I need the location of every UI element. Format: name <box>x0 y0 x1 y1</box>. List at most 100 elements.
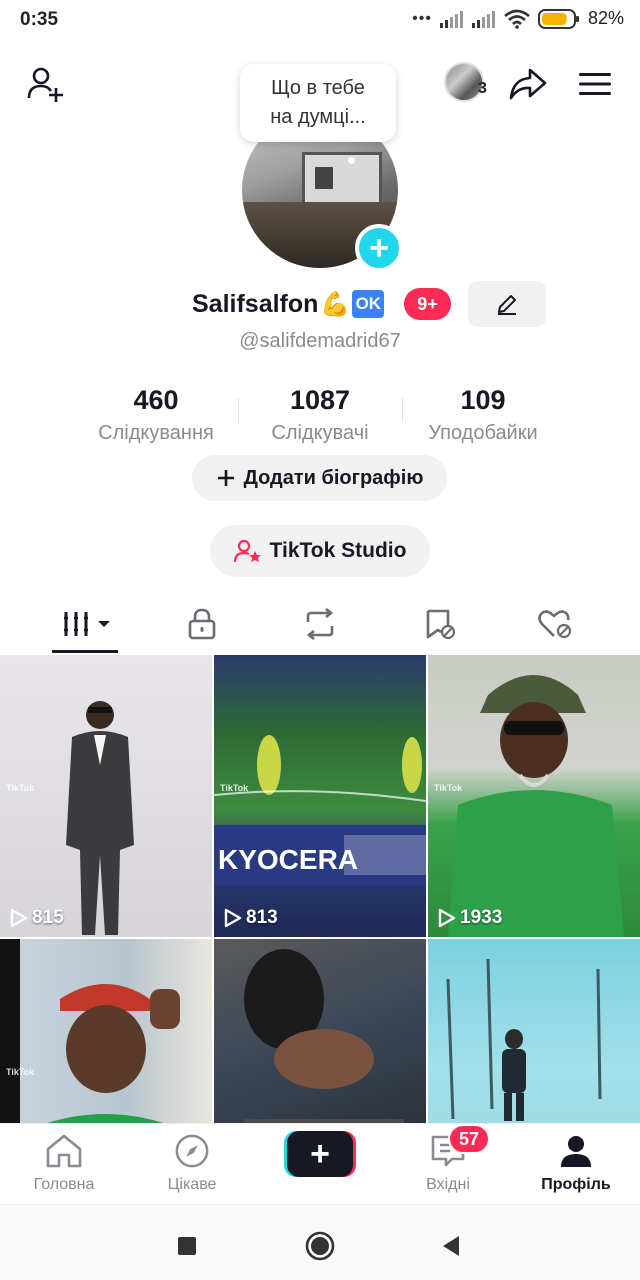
video-thumbnail <box>40 984 180 1125</box>
nav-home[interactable]: Головна <box>9 1133 119 1194</box>
profile-icon <box>561 1136 591 1167</box>
active-tab-indicator <box>52 650 118 653</box>
circle-icon <box>305 1231 335 1261</box>
creator-star-icon <box>233 539 261 563</box>
add-bio-label: Додати біографію <box>243 466 424 489</box>
nav-home-label: Головна <box>33 1176 95 1193</box>
video-tile[interactable] <box>428 939 640 1125</box>
bubble-line-2: на думці... <box>270 106 366 128</box>
system-navigation <box>0 1204 640 1280</box>
back-button[interactable] <box>434 1229 468 1263</box>
status-time: 0:35 <box>20 9 59 30</box>
tab-liked[interactable] <box>505 598 605 650</box>
pencil-icon <box>498 295 516 315</box>
dots-icon: ••• <box>412 9 432 27</box>
profile-handle: @salifdemadrid67 <box>239 330 401 352</box>
video-tile[interactable]: KYOCERA TikTok 813 <box>214 655 426 937</box>
nav-discover[interactable]: Цікаве <box>137 1133 247 1194</box>
recents-button[interactable] <box>170 1229 204 1263</box>
video-thumbnail <box>244 949 404 1125</box>
notification-badge[interactable]: 9+ <box>404 288 451 320</box>
add-friend-icon <box>27 67 63 102</box>
wifi-icon <box>504 9 530 29</box>
view-count-value: 1933 <box>460 907 503 928</box>
tab-reposts[interactable] <box>270 598 370 650</box>
video-tile[interactable]: TikTok 815 <box>0 655 212 937</box>
muscle-emoji: 💪 <box>320 290 351 318</box>
view-count: 1933 <box>438 907 502 929</box>
add-friend-button[interactable] <box>24 62 68 106</box>
nav-discover-label: Цікаве <box>167 1176 217 1193</box>
likes-count: 109 <box>460 385 506 415</box>
inbox-badge: 57 <box>448 1124 490 1154</box>
view-count-value: 813 <box>246 907 278 928</box>
battery-icon <box>537 8 579 29</box>
profile-name-row: Salifsalfon 💪 OK <box>192 284 385 324</box>
home-icon <box>46 1134 82 1168</box>
hamburger-menu-icon <box>579 73 611 95</box>
square-icon <box>178 1237 196 1255</box>
status-bar: 0:35 ••• 82% <box>0 0 640 40</box>
play-icon <box>10 908 28 928</box>
play-icon <box>224 908 242 928</box>
tiktok-studio-button[interactable]: TikTok Studio <box>210 525 430 577</box>
signal-icon <box>471 10 495 28</box>
video-thumbnail <box>446 958 602 1121</box>
tiktok-watermark: TikTok <box>434 783 463 793</box>
favorites-icon <box>426 609 456 640</box>
tiktok-watermark: TikTok <box>6 1067 35 1077</box>
create-video-button[interactable]: + <box>284 1131 356 1177</box>
bubble-tail <box>348 157 355 164</box>
play-icon <box>438 908 456 928</box>
tab-private[interactable] <box>152 598 252 650</box>
battery-percent: 82% <box>587 8 624 28</box>
followers-stat[interactable]: 1087 Слідкувачі <box>258 384 382 446</box>
status-icons: ••• 82% <box>412 8 624 29</box>
video-tile[interactable]: TikTok <box>0 939 212 1125</box>
tab-favorites[interactable] <box>390 598 490 650</box>
video-tile[interactable] <box>214 939 426 1125</box>
stat-divider <box>238 398 239 422</box>
signal-icon <box>439 10 463 28</box>
menu-button[interactable] <box>572 62 618 106</box>
tiktok-watermark: TikTok <box>220 783 249 793</box>
view-count-value: 815 <box>32 907 64 928</box>
plus-icon <box>217 470 234 486</box>
home-system-button[interactable] <box>303 1229 337 1263</box>
tiktok-studio-label: TikTok Studio <box>269 539 407 562</box>
video-thumbnail: KYOCERA <box>214 735 426 885</box>
bubble-line-1: Що в тебе <box>271 77 365 99</box>
tab-videos[interactable] <box>38 598 138 650</box>
likes-stat[interactable]: 109 Уподобайки <box>414 384 552 446</box>
video-grid: TikTok 815 KYOCERA TikTok 813 TikTok 193… <box>0 655 640 1125</box>
status-note-bubble[interactable]: Що в тебе на думці... <box>240 64 396 164</box>
lock-icon <box>188 608 216 640</box>
edit-profile-button[interactable] <box>468 281 546 327</box>
nav-profile[interactable]: Профіль <box>521 1133 631 1194</box>
following-count: 460 <box>133 385 179 415</box>
videos-grid-icon <box>64 612 110 636</box>
profile-tabs <box>0 598 640 654</box>
following-label: Слідкування <box>98 422 214 444</box>
compass-icon <box>175 1134 209 1168</box>
back-triangle-icon <box>443 1236 459 1256</box>
view-count: 813 <box>224 907 278 929</box>
add-bio-button[interactable]: Додати біографію <box>192 455 447 501</box>
following-stat[interactable]: 460 Слідкування <box>86 384 226 446</box>
nav-inbox-label: Вхідні <box>426 1176 470 1193</box>
plus-icon: + <box>369 229 389 267</box>
share-button[interactable] <box>506 62 550 106</box>
create-plus-icon: + <box>287 1131 353 1177</box>
ok-badge: OK <box>352 290 385 318</box>
likes-label: Уподобайки <box>428 422 538 444</box>
repost-icon <box>306 608 334 640</box>
friends-count: 3 <box>478 80 487 97</box>
video-thumbnail <box>448 675 624 937</box>
add-story-button[interactable]: + <box>355 224 403 272</box>
tiktok-watermark: TikTok <box>6 783 35 793</box>
followers-label: Слідкувачі <box>271 422 369 444</box>
view-count: 815 <box>10 907 64 929</box>
video-thumbnail <box>66 701 134 935</box>
stat-divider <box>402 398 403 422</box>
video-tile[interactable]: TikTok 1933 <box>428 655 640 937</box>
